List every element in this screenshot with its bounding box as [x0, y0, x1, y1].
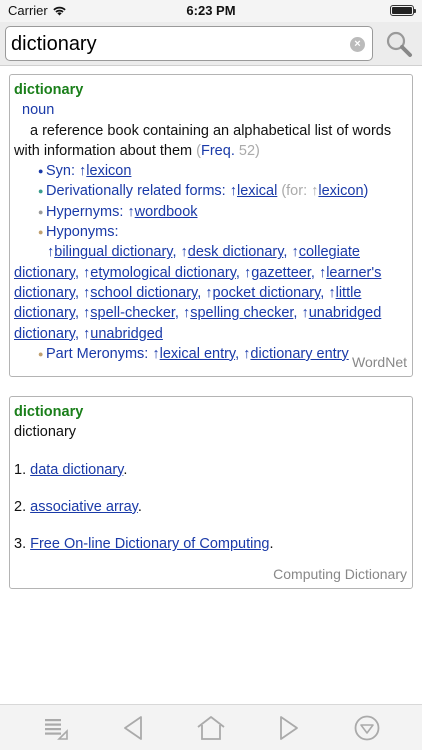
meronym-link[interactable]: dictionary entry: [250, 346, 348, 362]
hyponym-link[interactable]: spell-checker: [90, 305, 175, 321]
list-item: 3. Free On-line Dictionary of Computing.: [14, 536, 274, 553]
syn-link[interactable]: lexicon: [86, 163, 131, 179]
back-icon: [124, 716, 142, 740]
hyponym-link[interactable]: etymological dictionary: [90, 265, 236, 281]
source-label: WordNet: [352, 353, 407, 370]
syn-label: Syn:: [46, 163, 76, 180]
bullet-icon: ●: [38, 166, 44, 177]
search-icon: [386, 31, 412, 57]
list-button[interactable]: [38, 711, 72, 745]
bullet-icon: ●: [38, 186, 44, 197]
arrow-up-icon: ↑: [180, 244, 188, 261]
part-of-speech: noun: [22, 102, 55, 119]
home-icon: [197, 716, 225, 740]
hyponyms-list: ↑bilingual dictionary, ↑desk dictionary,…: [14, 244, 382, 342]
battery-icon: [390, 5, 416, 16]
hyponyms-row: ● Hyponyms:: [14, 222, 408, 242]
forward-icon: [280, 716, 298, 740]
hyponym-link[interactable]: unabridged: [90, 326, 163, 342]
bullet-icon: ●: [38, 348, 44, 359]
source-label: Computing Dictionary: [273, 565, 407, 582]
list-item: 2. associative array.: [14, 498, 142, 515]
bottom-toolbar: [0, 704, 422, 750]
search-bar: ×: [0, 22, 422, 66]
computing-subtitle: dictionary: [14, 424, 77, 441]
meronyms-row: ● Part Meronyms: ↑lexical entry, ↑diction…: [14, 344, 408, 364]
item-link[interactable]: Free On-line Dictionary of Computing: [30, 536, 269, 552]
home-button[interactable]: [194, 711, 228, 745]
back-button[interactable]: [116, 711, 150, 745]
arrow-up-icon: ↑: [301, 305, 309, 322]
arrow-up-icon: ↑: [229, 183, 237, 200]
deriv-for-label: (for:: [281, 183, 308, 200]
search-button[interactable]: [381, 26, 417, 61]
deriv-for-link[interactable]: lexicon: [318, 183, 363, 199]
hyponym-link[interactable]: pocket dictionary: [213, 285, 321, 301]
hypernyms-row: ● Hypernyms: ↑wordbook: [14, 202, 408, 222]
arrow-up-icon: ↑: [291, 244, 299, 261]
bullet-icon: ●: [38, 206, 44, 217]
arrow-up-icon: ↑: [328, 284, 336, 301]
item-number: 2.: [14, 498, 27, 515]
forward-button[interactable]: [272, 711, 306, 745]
definition: a reference book containing an alphabeti…: [14, 121, 408, 162]
arrow-up-icon: ↑: [205, 284, 213, 301]
item-number: 1.: [14, 461, 27, 478]
hyponym-link[interactable]: desk dictionary: [188, 244, 284, 260]
menu-icon: [354, 715, 380, 741]
deriv-link[interactable]: lexical: [237, 183, 277, 199]
arrow-up-icon: ↑: [152, 345, 160, 362]
item-link[interactable]: data dictionary: [30, 462, 123, 478]
frequency: (Freq. 52): [196, 142, 260, 159]
meronyms-label: Part Meronyms:: [46, 345, 149, 362]
search-input[interactable]: [11, 30, 341, 58]
hyponym-link[interactable]: school dictionary: [90, 285, 197, 301]
hyponyms-label: Hyponyms:: [46, 224, 119, 241]
battery-level: [392, 7, 412, 14]
hyponym-link[interactable]: spelling checker: [190, 305, 293, 321]
derivations-row: ● Derivationally related forms: ↑lexical …: [14, 181, 408, 201]
item-number: 3.: [14, 536, 27, 553]
bullet-icon: ●: [38, 227, 44, 238]
arrow-up-icon: ↑: [127, 203, 135, 220]
freq-label: Freq.: [201, 142, 235, 159]
wordnet-headword: dictionary: [14, 82, 84, 98]
hyponym-link[interactable]: gazetteer: [251, 265, 311, 281]
freq-value: 52: [238, 142, 256, 159]
wordnet-card: dictionary noun a reference book contain…: [9, 74, 413, 377]
list-item: 1. data dictionary.: [14, 461, 128, 478]
clock: 6:23 PM: [186, 3, 236, 18]
hypernyms-label: Hypernyms:: [46, 203, 124, 220]
hypernyms-link[interactable]: wordbook: [135, 204, 198, 220]
status-bar: Carrier 6:23 PM: [0, 0, 422, 22]
meronym-link[interactable]: lexical entry: [160, 346, 235, 362]
deriv-label: Derivationally related forms:: [46, 183, 226, 200]
computing-headword: dictionary: [14, 404, 84, 420]
computing-card: dictionary dictionary 1. data dictionary…: [9, 396, 413, 589]
synonyms-row: ● Syn: ↑lexicon: [14, 161, 408, 181]
menu-button[interactable]: [350, 711, 384, 745]
clear-icon[interactable]: ×: [350, 37, 365, 52]
search-field[interactable]: ×: [5, 26, 373, 61]
hyponym-link[interactable]: bilingual dictionary: [54, 244, 172, 260]
list-icon: [45, 719, 68, 740]
item-link[interactable]: associative array: [30, 499, 138, 515]
